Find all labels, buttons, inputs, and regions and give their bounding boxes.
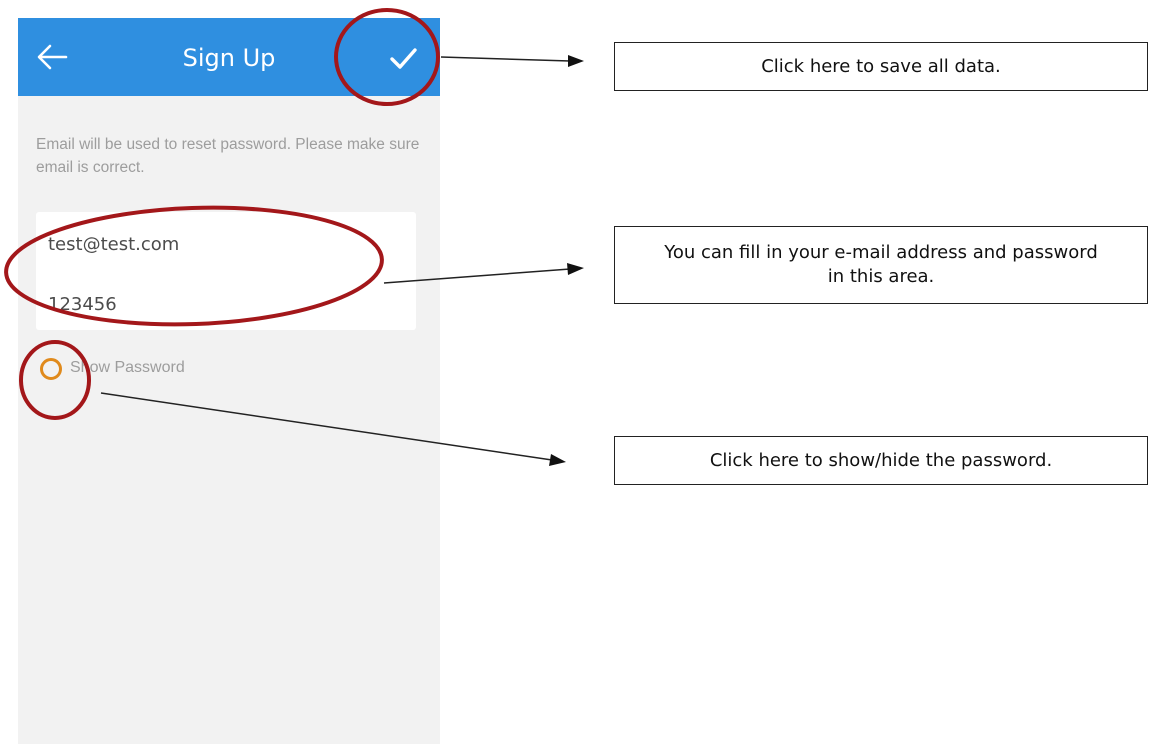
arrow-2 xyxy=(383,263,584,284)
callout-credentials: You can fill in your e-mail address and … xyxy=(614,226,1148,304)
callout-show-password: Click here to show/hide the password. xyxy=(614,436,1148,485)
callout-save: Click here to save all data. xyxy=(614,42,1148,91)
arrow-3 xyxy=(100,392,566,466)
arrow-1 xyxy=(440,55,584,67)
save-highlight-circle xyxy=(334,8,440,106)
annotation-overlay xyxy=(4,8,584,466)
form-highlight-ellipse xyxy=(4,205,384,327)
toggle-highlight-circle xyxy=(19,340,91,420)
